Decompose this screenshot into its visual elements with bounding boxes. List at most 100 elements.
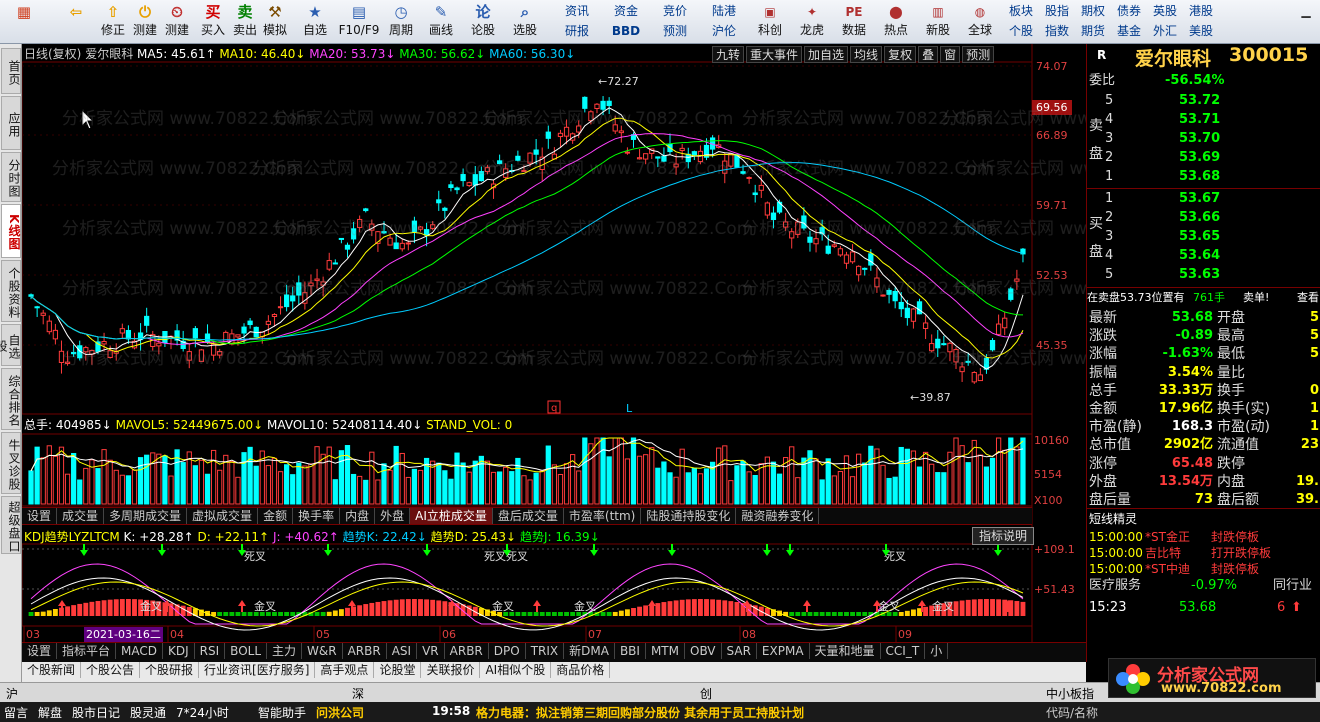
indicator-tab-20[interactable]: CCI_T <box>881 643 926 659</box>
buy-level-4[interactable]: 4 53.64 <box>1087 247 1320 265</box>
sell-level-1[interactable]: 1 53.68 <box>1087 168 1320 186</box>
chart-button-6[interactable]: 窗 <box>940 46 961 63</box>
minimize-button[interactable]: ▁ <box>1296 4 1316 20</box>
indicator-tab-17[interactable]: SAR <box>722 643 757 659</box>
sell-level-5[interactable]: 5 53.72 <box>1087 92 1320 110</box>
sidebar-tab-4[interactable]: 个股资料 <box>1 260 21 322</box>
sector-button[interactable]: 同行业 <box>1273 577 1312 595</box>
toolbar2-link-top-4[interactable]: 英股 <box>1148 2 1182 21</box>
info-tab-8[interactable]: 商品价格 <box>551 662 611 678</box>
toolbar2-link-top-0[interactable]: 板块 <box>1004 2 1038 21</box>
indicator-tab-15[interactable]: MTM <box>646 643 685 659</box>
toolbar-button-10[interactable]: ◷ 周期 <box>384 2 418 42</box>
toolbar2-button-0[interactable]: ▣ 科创 <box>750 2 790 42</box>
large-order-row[interactable]: 在卖盘53.73位置有 761手 卖单! 查看 <box>1087 289 1320 307</box>
volume-tab-2[interactable]: 多周期成交量 <box>104 508 188 524</box>
toolbar2-link-bottom-2[interactable]: 期货 <box>1076 22 1110 41</box>
chart-button-2[interactable]: 加自选 <box>804 46 849 63</box>
indicator-tab-18[interactable]: EXPMA <box>757 643 810 659</box>
sidebar-tab-1[interactable]: 应用 <box>1 96 21 150</box>
volume-tab-4[interactable]: 金额 <box>258 508 294 524</box>
toolbar-button-13[interactable]: ⌕ 选股 <box>508 2 542 42</box>
toolbar-link-bottom-2[interactable]: 预测 <box>652 22 698 41</box>
status-tab-4[interactable]: 7*24小时 <box>176 704 229 721</box>
indicator-tab-10[interactable]: ARBR <box>445 643 489 659</box>
buy-level-5[interactable]: 5 53.63 <box>1087 266 1320 284</box>
kline-chart[interactable]: 74.07 66.89 59.71 52.53 45.35 69.56 10160 5154 X… <box>22 44 1086 642</box>
sidebar-tab-6[interactable]: 综合排名 <box>1 368 21 430</box>
volume-tab-7[interactable]: 外盘 <box>375 508 411 524</box>
volume-tab-5[interactable]: 换手率 <box>293 508 341 524</box>
buy-level-3[interactable]: 3 53.65 <box>1087 228 1320 246</box>
sidebar-tab-7[interactable]: 牛叉诊股 <box>1 432 21 494</box>
jingling-item[interactable]: 15:00:00 *ST中迪 封跌停板 <box>1087 560 1320 578</box>
volume-tab-12[interactable]: 融资融券变化 <box>736 508 820 524</box>
chart-button-5[interactable]: 叠 <box>918 46 939 63</box>
event-marker-l[interactable]: L <box>626 402 633 415</box>
news-source[interactable]: 问洪公司 <box>316 704 364 721</box>
news-headline[interactable]: 格力电器：拟注销第三期回购部分股份 其余用于员工持股计划 <box>476 704 804 721</box>
toolbar2-link-bottom-3[interactable]: 基金 <box>1112 22 1146 41</box>
sidebar-tab-8[interactable]: 超级盘口 <box>1 496 21 554</box>
toolbar2-button-3[interactable]: ⬤ 热点 <box>876 2 916 42</box>
volume-tab-8[interactable]: AI立桩成交量 <box>410 508 493 524</box>
code-search[interactable]: 代码/名称 <box>1046 704 1098 721</box>
market-zxb[interactable]: 中小板指 <box>1046 685 1094 702</box>
toolbar2-link-bottom-5[interactable]: 美股 <box>1184 22 1218 41</box>
market-sz[interactable]: 深 <box>352 685 364 702</box>
chart-button-3[interactable]: 均线 <box>850 46 883 63</box>
sidebar-tab-0[interactable]: 首页 <box>1 48 21 94</box>
volume-tab-10[interactable]: 市盈率(ttm) <box>564 508 642 524</box>
info-tab-0[interactable]: 个股新闻 <box>22 662 82 678</box>
toolbar2-link-top-2[interactable]: 期权 <box>1076 2 1110 21</box>
info-tab-1[interactable]: 个股公告 <box>81 662 141 678</box>
toolbar-button-3[interactable]: ⏻ 测建 <box>128 2 162 42</box>
indicator-tab-19[interactable]: 天量和地量 <box>810 643 881 659</box>
indicator-tab-4[interactable]: BOLL <box>225 643 268 659</box>
toolbar-button-12[interactable]: 论论股 <box>466 2 500 42</box>
indicator-tab-5[interactable]: 主力 <box>267 643 303 659</box>
indicator-tab-2[interactable]: KDJ <box>163 643 195 659</box>
toolbar2-button-5[interactable]: ◍ 全球 <box>960 2 1000 42</box>
toolbar-link-top-1[interactable]: 资金 <box>603 2 649 21</box>
toolbar-button-9[interactable]: ▤ F10/F9 <box>338 2 380 42</box>
status-tab-5[interactable]: 智能助手 <box>258 704 306 721</box>
toolbar2-link-bottom-0[interactable]: 个股 <box>1004 22 1038 41</box>
toolbar-link-bottom-0[interactable]: 研报 <box>554 22 600 41</box>
toolbar2-link-top-5[interactable]: 港股 <box>1184 2 1218 21</box>
toolbar-button-0[interactable]: ▦ <box>4 2 44 42</box>
chart-button-1[interactable]: 重大事件 <box>746 46 803 63</box>
toolbar-link-top-2[interactable]: 竞价 <box>652 2 698 21</box>
sell-level-4[interactable]: 4 53.71 <box>1087 111 1320 129</box>
sell-level-2[interactable]: 2 53.69 <box>1087 149 1320 167</box>
toolbar-button-4[interactable]: ⏲ 测建 <box>160 2 194 42</box>
toolbar2-button-2[interactable]: PE 数据 <box>834 2 874 42</box>
info-tab-2[interactable]: 个股研报 <box>140 662 200 678</box>
toolbar-link-top-3[interactable]: 陆港 <box>701 2 747 21</box>
status-tab-2[interactable]: 股市日记 <box>72 704 120 721</box>
volume-tab-0[interactable]: 设置 <box>22 508 58 524</box>
sector-row[interactable]: 医疗服务 -0.97% 同行业 <box>1087 577 1320 595</box>
info-tab-4[interactable]: 高手观点 <box>315 662 375 678</box>
toolbar-link-bottom-3[interactable]: 沪伦 <box>701 22 747 41</box>
indicator-tab-16[interactable]: OBV <box>685 643 722 659</box>
buy-level-2[interactable]: 2 53.66 <box>1087 209 1320 227</box>
status-tab-0[interactable]: 留言 <box>4 704 28 721</box>
toolbar-button-6[interactable]: 卖卖出 <box>228 2 262 42</box>
toolbar2-button-1[interactable]: ✦ 龙虎 <box>792 2 832 42</box>
indicator-tab-1[interactable]: MACD <box>116 643 164 659</box>
large-order-more[interactable]: 查看 <box>1297 289 1319 307</box>
indicator-tab-8[interactable]: ASI <box>387 643 418 659</box>
toolbar-button-1[interactable]: ⇦ <box>56 2 96 42</box>
volume-tab-11[interactable]: 陆股通持股变化 <box>641 508 737 524</box>
toolbar2-link-bottom-4[interactable]: 外汇 <box>1148 22 1182 41</box>
info-tab-5[interactable]: 论股堂 <box>374 662 422 678</box>
indicator-tab-7[interactable]: ARBR <box>343 643 387 659</box>
sell-level-3[interactable]: 3 53.70 <box>1087 130 1320 148</box>
indicator-tab-9[interactable]: VR <box>417 643 445 659</box>
toolbar2-link-bottom-1[interactable]: 指数 <box>1040 22 1074 41</box>
chart-button-7[interactable]: 预测 <box>962 46 995 63</box>
buy-level-1[interactable]: 1 53.67 <box>1087 190 1320 208</box>
indicator-tab-12[interactable]: TRIX <box>526 643 565 659</box>
toolbar-link-top-0[interactable]: 资讯 <box>554 2 600 21</box>
